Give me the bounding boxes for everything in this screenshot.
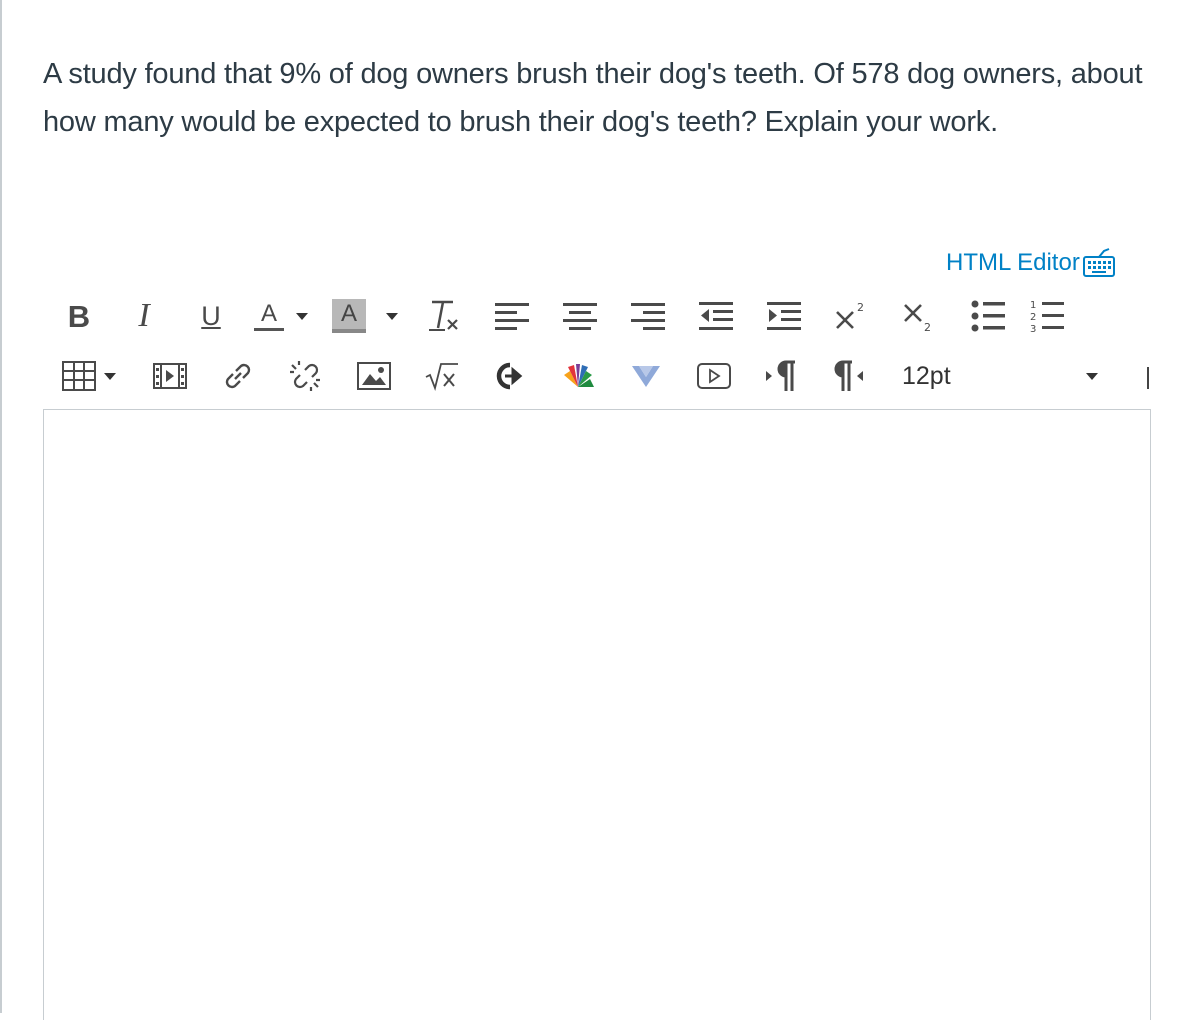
underline-icon: U [201, 300, 221, 331]
align-right-icon [631, 303, 665, 330]
bullet-list-icon [971, 300, 1005, 332]
svg-text:2: 2 [924, 321, 931, 333]
align-right-button[interactable] [614, 294, 682, 338]
bullet-list-button[interactable] [954, 294, 1022, 338]
youtube-embed-icon [697, 363, 731, 389]
indent-icon [767, 302, 801, 330]
html-editor-link[interactable]: HTML Editor [946, 246, 1116, 280]
equation-button[interactable] [408, 354, 476, 398]
table-button[interactable] [50, 354, 136, 398]
text-color-dropdown-icon[interactable] [296, 312, 308, 320]
nbc-learn-icon [564, 364, 594, 387]
numbered-list-icon: 123 [1030, 300, 1064, 333]
svg-text:1: 1 [1030, 300, 1036, 311]
svg-text:3: 3 [1030, 324, 1036, 333]
rtl-button[interactable] [816, 354, 884, 398]
media-button[interactable] [136, 354, 204, 398]
text-color-icon: A [254, 301, 284, 331]
italic-icon: I [138, 297, 150, 334]
image-icon [357, 362, 391, 390]
subscript-button[interactable]: 2 [886, 294, 954, 338]
html-editor-label: HTML Editor [946, 249, 1080, 276]
svg-text:2: 2 [1030, 312, 1036, 323]
table-icon [62, 361, 96, 391]
image-button[interactable] [340, 354, 408, 398]
rtl-icon [834, 360, 863, 391]
question-text: A study found that 9% of dog owners brus… [43, 58, 1143, 138]
toolbar-overflow-edge [1147, 367, 1149, 389]
table-dropdown-icon[interactable] [104, 372, 116, 380]
lti-tool-icon [496, 362, 523, 390]
subscript-icon: 2 [904, 304, 931, 333]
font-size-select[interactable]: 12pt [884, 354, 1098, 398]
background-color-dropdown-icon[interactable] [386, 312, 398, 320]
ltr-icon [766, 360, 795, 391]
indent-button[interactable] [750, 294, 818, 338]
italic-button[interactable]: I [108, 294, 180, 338]
clear-formatting-icon [429, 300, 458, 331]
nbc-learn-button[interactable] [544, 354, 612, 398]
keyboard-icon [1082, 248, 1116, 278]
bold-icon: B [67, 298, 91, 334]
left-border [0, 0, 2, 1013]
underline-button[interactable]: U [180, 294, 242, 338]
outdent-button[interactable] [682, 294, 750, 338]
superscript-button[interactable]: 2 [818, 294, 886, 338]
unlink-button[interactable] [272, 354, 340, 398]
align-left-button[interactable] [478, 294, 546, 338]
align-left-icon [495, 303, 529, 330]
font-size-dropdown-icon [1086, 372, 1098, 380]
rich-text-editor-body[interactable] [43, 409, 1151, 1020]
background-color-icon: A [332, 299, 366, 333]
link-icon [225, 363, 251, 389]
unlink-icon [290, 361, 320, 391]
vimeo-icon [632, 366, 660, 387]
bold-button[interactable]: B [50, 294, 108, 338]
link-button[interactable] [204, 354, 272, 398]
outdent-icon [699, 302, 733, 330]
numbered-list-button[interactable]: 123 [1022, 294, 1072, 338]
toolbar-row-1: B I U A A 2 2 1 2 3 [50, 294, 1072, 338]
background-color-button[interactable]: A [320, 294, 410, 338]
lti-tool-button[interactable] [476, 354, 544, 398]
media-icon [153, 363, 187, 389]
superscript-icon: 2 [836, 301, 864, 329]
youtube-embed-button[interactable] [680, 354, 748, 398]
font-size-value: 12pt [902, 361, 951, 390]
equation-icon [425, 363, 458, 391]
text-color-button[interactable]: A [242, 294, 320, 338]
align-center-icon [563, 303, 597, 330]
ltr-button[interactable] [748, 354, 816, 398]
clear-formatting-button[interactable] [410, 294, 478, 338]
align-center-button[interactable] [546, 294, 614, 338]
toolbar-row-2: 12pt [50, 354, 1098, 398]
svg-text:2: 2 [857, 301, 864, 314]
vimeo-button[interactable] [612, 354, 680, 398]
